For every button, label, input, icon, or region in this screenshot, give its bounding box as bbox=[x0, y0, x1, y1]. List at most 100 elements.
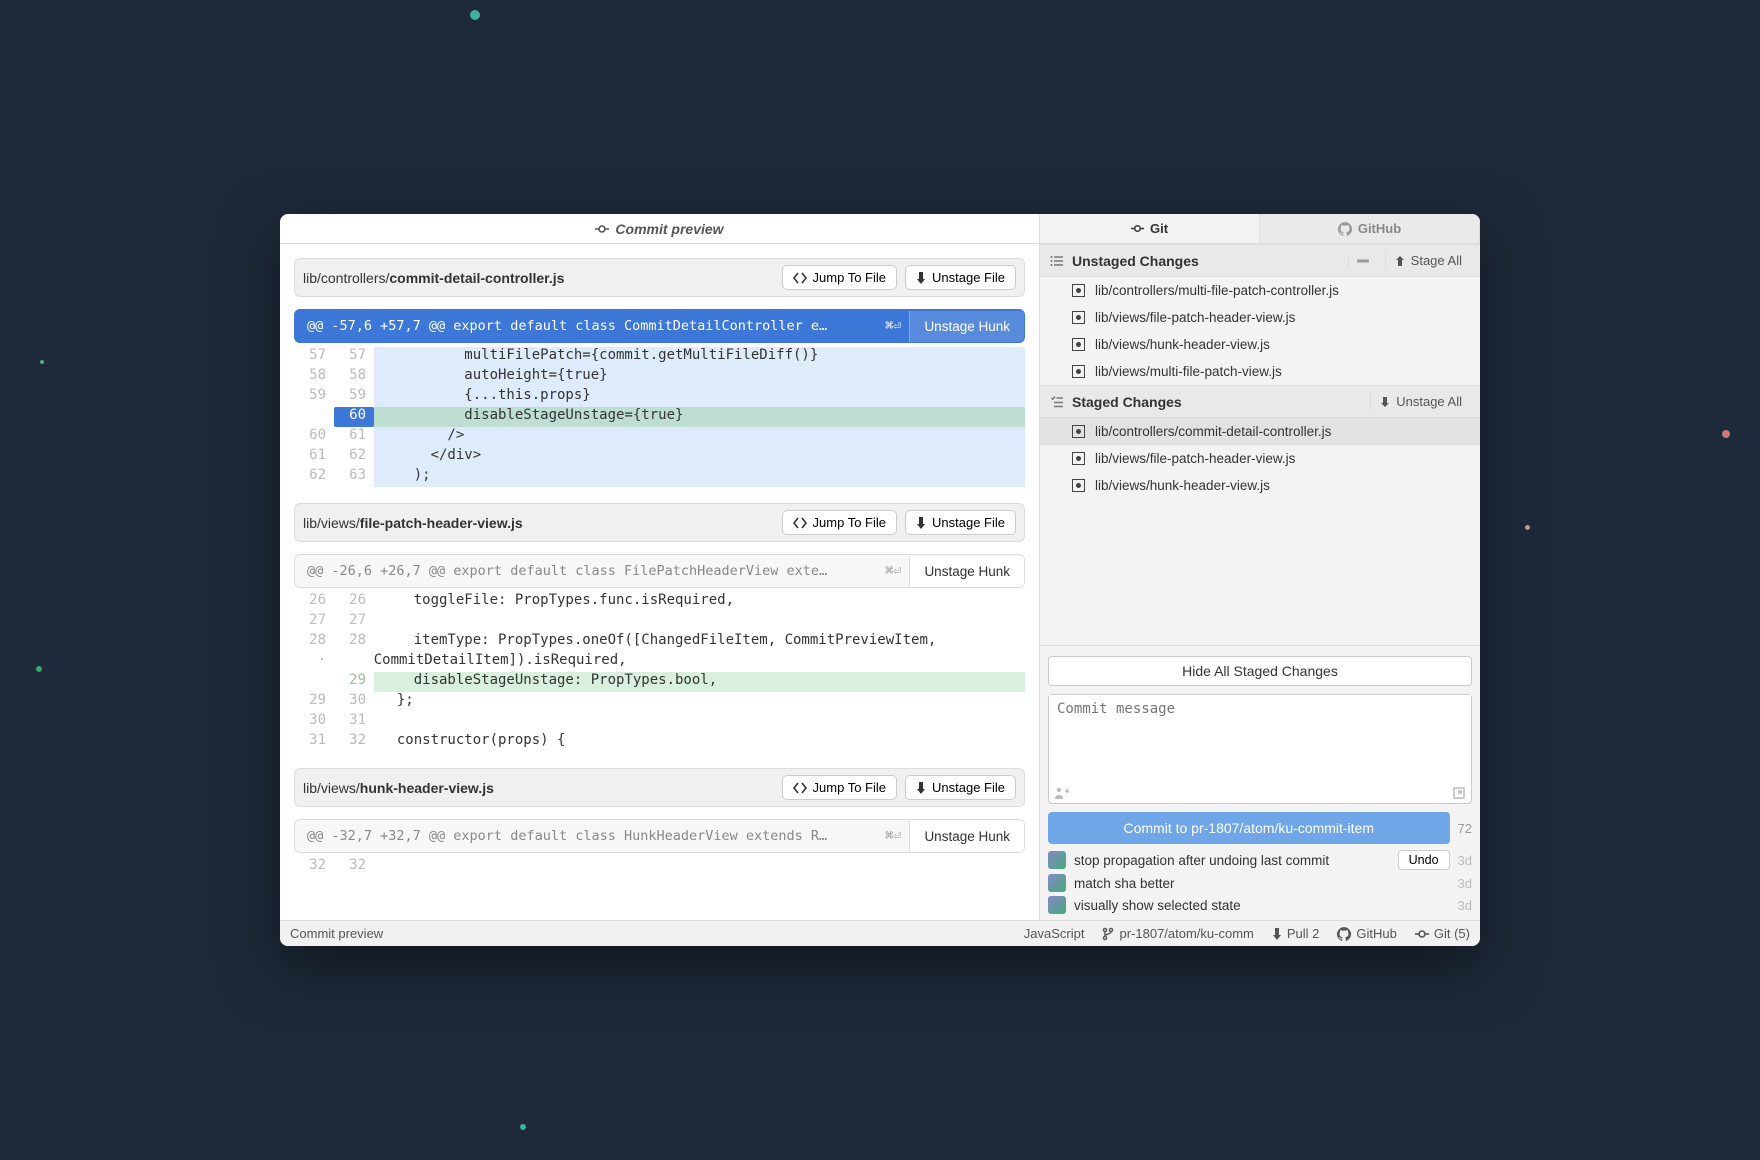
diff-line[interactable]: 60 disableStageUnstage={true} bbox=[294, 407, 1025, 427]
jump-to-file-button[interactable]: Jump To File bbox=[782, 775, 897, 800]
tab-github-label: GitHub bbox=[1358, 221, 1401, 236]
avatar bbox=[1048, 896, 1066, 914]
old-line-number: 26 bbox=[294, 592, 334, 612]
file-block: lib/views/file-patch-header-view.jsJump … bbox=[294, 503, 1025, 752]
diff-line[interactable]: 3031 bbox=[294, 712, 1025, 732]
unstage-hunk-button[interactable]: Unstage Hunk bbox=[909, 311, 1024, 342]
new-line-number: 32 bbox=[334, 857, 374, 877]
diff-lines: 2626 toggleFile: PropTypes.func.isRequir… bbox=[294, 592, 1025, 752]
diff-line[interactable]: 6162 </div> bbox=[294, 447, 1025, 467]
diff-line[interactable]: 6263 ); bbox=[294, 467, 1025, 487]
new-line-number: 62 bbox=[334, 447, 374, 467]
hide-staged-label: Hide All Staged Changes bbox=[1182, 663, 1338, 679]
recent-commit[interactable]: match sha better3d bbox=[1048, 874, 1472, 892]
file-item[interactable]: lib/views/file-patch-header-view.js bbox=[1040, 445, 1480, 472]
commit-button[interactable]: Commit to pr-1807/atom/ku-commit-item bbox=[1048, 812, 1450, 844]
file-header: lib/controllers/commit-detail-controller… bbox=[294, 258, 1025, 297]
new-line-number: 32 bbox=[334, 732, 374, 752]
file-item[interactable]: lib/controllers/commit-detail-controller… bbox=[1040, 418, 1480, 445]
stage-all-label: Stage All bbox=[1411, 253, 1462, 268]
tab-git[interactable]: Git bbox=[1040, 214, 1260, 243]
diff-scroll[interactable]: lib/controllers/commit-detail-controller… bbox=[280, 244, 1039, 920]
stage-all-button[interactable]: Stage All bbox=[1385, 251, 1470, 270]
recent-commit[interactable]: visually show selected state3d bbox=[1048, 896, 1472, 914]
unstage-all-button[interactable]: Unstage All bbox=[1370, 392, 1470, 411]
staged-title: Staged Changes bbox=[1072, 394, 1362, 410]
unstage-file-button[interactable]: Unstage File bbox=[905, 510, 1016, 535]
hunk-header[interactable]: @@ -26,6 +26,7 @@ export default class F… bbox=[294, 554, 1025, 588]
unstaged-list: lib/controllers/multi-file-patch-control… bbox=[1040, 277, 1480, 385]
column-hint: 72 bbox=[1458, 821, 1472, 836]
hunk-kbd: ⌘⏎ bbox=[877, 563, 909, 579]
recent-commit[interactable]: stop propagation after undoing last comm… bbox=[1048, 850, 1472, 870]
unstage-all-label: Unstage All bbox=[1396, 394, 1462, 409]
modified-icon bbox=[1072, 479, 1085, 492]
status-lang[interactable]: JavaScript bbox=[1024, 926, 1085, 941]
code: constructor(props) { bbox=[374, 732, 1025, 752]
jump-to-file-button[interactable]: Jump To File bbox=[782, 265, 897, 290]
diff-line[interactable]: 5858 autoHeight={true} bbox=[294, 367, 1025, 387]
diff-line[interactable]: 5959 {...this.props} bbox=[294, 387, 1025, 407]
modified-icon bbox=[1072, 311, 1085, 324]
status-git[interactable]: Git (5) bbox=[1415, 926, 1470, 941]
new-line-number: 28 bbox=[334, 632, 374, 652]
old-line-number: 29 bbox=[294, 692, 334, 712]
diff-line[interactable]: CommitDetailItem]).isRequired, bbox=[294, 652, 1025, 672]
commit-message-input[interactable] bbox=[1049, 695, 1471, 785]
code bbox=[374, 712, 1025, 732]
hunk-header[interactable]: @@ -57,6 +57,7 @@ export default class C… bbox=[294, 309, 1025, 343]
git-panel-tabs: Git GitHub bbox=[1040, 214, 1480, 244]
file-block: lib/controllers/commit-detail-controller… bbox=[294, 258, 1025, 487]
avatar bbox=[1048, 874, 1066, 892]
expand-icon[interactable] bbox=[1453, 787, 1465, 799]
hunk-info: @@ -32,7 +32,7 @@ export default class H… bbox=[295, 820, 877, 852]
file-item[interactable]: lib/views/hunk-header-view.js bbox=[1040, 331, 1480, 358]
diff-line[interactable]: 29 disableStageUnstage: PropTypes.bool, bbox=[294, 672, 1025, 692]
file-path: lib/controllers/commit-detail-controller… bbox=[303, 270, 774, 286]
code: CommitDetailItem]).isRequired, bbox=[334, 652, 1025, 672]
diff-line[interactable]: 6061 /> bbox=[294, 427, 1025, 447]
diff-line[interactable]: 5757 multiFilePatch={commit.getMultiFile… bbox=[294, 347, 1025, 367]
modified-icon bbox=[1072, 452, 1085, 465]
unstage-hunk-button[interactable]: Unstage Hunk bbox=[909, 556, 1024, 587]
file-header: lib/views/hunk-header-view.js Jump To Fil… bbox=[294, 768, 1025, 807]
unstage-file-button[interactable]: Unstage File bbox=[905, 265, 1016, 290]
diff-line[interactable]: 2828 itemType: PropTypes.oneOf([ChangedF… bbox=[294, 632, 1025, 652]
jump-to-file-button[interactable]: Jump To File bbox=[782, 510, 897, 535]
status-pull-label: Pull 2 bbox=[1287, 926, 1320, 941]
diff-line[interactable]: 2626 toggleFile: PropTypes.func.isRequir… bbox=[294, 592, 1025, 612]
recent-commit-age: 3d bbox=[1458, 876, 1472, 891]
diff-line[interactable]: 3132 constructor(props) { bbox=[294, 732, 1025, 752]
code: toggleFile: PropTypes.func.isRequired, bbox=[374, 592, 1025, 612]
hunk-kbd: ⌘⏎ bbox=[877, 318, 909, 334]
coauthor-icon[interactable] bbox=[1055, 787, 1069, 799]
unstage-file-button[interactable]: Unstage File bbox=[905, 775, 1016, 800]
file-item[interactable]: lib/views/multi-file-patch-view.js bbox=[1040, 358, 1480, 385]
unstage-hunk-button[interactable]: Unstage Hunk bbox=[909, 821, 1024, 852]
staged-list: lib/controllers/commit-detail-controller… bbox=[1040, 418, 1480, 499]
file-item[interactable]: lib/views/hunk-header-view.js bbox=[1040, 472, 1480, 499]
file-item-path: lib/views/multi-file-patch-view.js bbox=[1095, 364, 1282, 379]
diff-line[interactable]: 2727 bbox=[294, 612, 1025, 632]
file-item[interactable]: lib/controllers/multi-file-patch-control… bbox=[1040, 277, 1480, 304]
undo-button[interactable]: Undo bbox=[1398, 850, 1450, 870]
collapse-button[interactable] bbox=[1348, 255, 1377, 267]
status-branch[interactable]: pr-1807/atom/ku-comm bbox=[1102, 926, 1253, 941]
status-github[interactable]: GitHub bbox=[1337, 926, 1396, 941]
file-path: lib/views/hunk-header-view.js bbox=[303, 780, 774, 796]
old-line-number: 61 bbox=[294, 447, 334, 467]
modified-icon bbox=[1072, 284, 1085, 297]
file-item-path: lib/views/hunk-header-view.js bbox=[1095, 478, 1270, 493]
diff-line[interactable]: 2930 }; bbox=[294, 692, 1025, 712]
tab-github[interactable]: GitHub bbox=[1260, 214, 1480, 243]
status-pull[interactable]: Pull 2 bbox=[1272, 926, 1320, 941]
code: {...this.props} bbox=[374, 387, 1025, 407]
hide-staged-button[interactable]: Hide All Staged Changes bbox=[1048, 656, 1472, 686]
code: ); bbox=[374, 467, 1025, 487]
diff-line[interactable]: 3232 bbox=[294, 857, 1025, 877]
recent-commit-age: 3d bbox=[1458, 853, 1472, 868]
hunk-header[interactable]: @@ -32,7 +32,7 @@ export default class H… bbox=[294, 819, 1025, 853]
file-item[interactable]: lib/views/file-patch-header-view.js bbox=[1040, 304, 1480, 331]
diff-lines: 5757 multiFilePatch={commit.getMultiFile… bbox=[294, 347, 1025, 487]
code: autoHeight={true} bbox=[374, 367, 1025, 387]
